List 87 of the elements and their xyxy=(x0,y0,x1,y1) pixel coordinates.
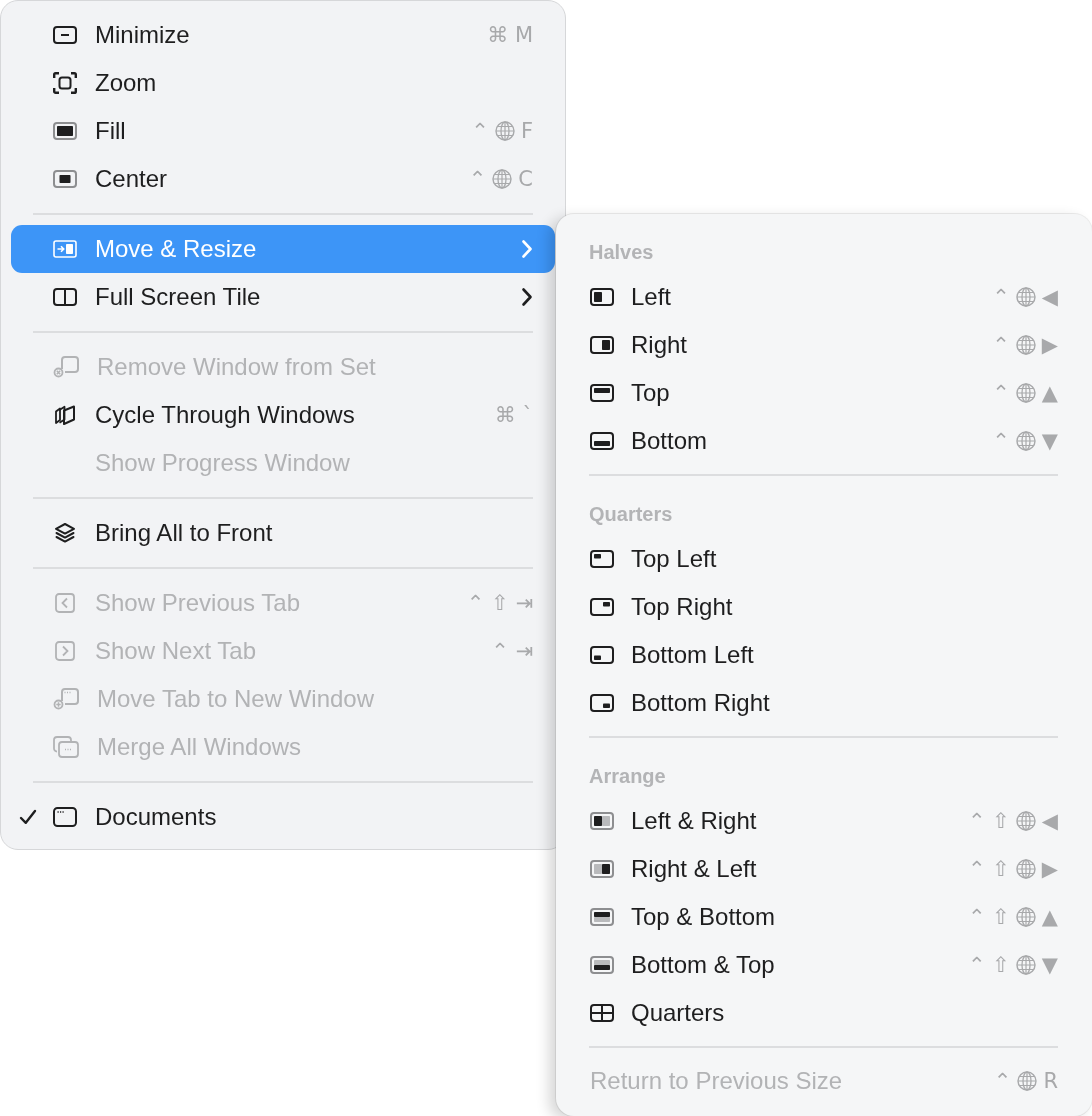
globe-icon xyxy=(492,169,513,189)
shortcut-text: ▼ xyxy=(1041,430,1058,452)
overlapping-windows-icon xyxy=(53,736,79,758)
menu-item[interactable]: Cycle Through Windows ⌘ ` xyxy=(11,391,555,439)
shortcut-text: ⌃ xyxy=(992,382,1010,404)
globe-icon xyxy=(1015,335,1036,355)
globe-icon xyxy=(1015,907,1036,927)
window-top-left-icon xyxy=(590,550,614,568)
stacked-cards-icon xyxy=(54,404,76,426)
menu-item[interactable]: Top Left xyxy=(566,535,1082,583)
window-left-right-icon xyxy=(590,812,614,830)
shortcut-text: F xyxy=(520,120,533,142)
shortcut-text: ◀ xyxy=(1041,286,1058,308)
shortcut-text: C xyxy=(518,168,533,190)
menu-item[interactable]: Quarters xyxy=(566,989,1082,1037)
window-icon xyxy=(53,807,77,827)
shortcut-text: ▶ xyxy=(1041,858,1058,880)
filled-window-icon xyxy=(53,122,77,140)
shortcut-text: ◀ xyxy=(1041,810,1058,832)
shortcut-text: ▲ xyxy=(1041,382,1058,404)
shortcut-text: ▼ xyxy=(1041,954,1058,976)
window-left-half-icon xyxy=(590,288,614,306)
window-x-icon xyxy=(53,356,79,378)
globe-icon xyxy=(1015,955,1036,975)
menu-item[interactable]: Top & Bottom ⌃ ⇧ ▲ xyxy=(566,893,1082,941)
section-header: Halves xyxy=(589,240,654,265)
shortcut-text: ⌃ ⇧ xyxy=(967,906,1010,928)
globe-icon xyxy=(1015,431,1036,451)
chevron-left-box-icon xyxy=(55,593,75,613)
shortcut-text: ⌃ xyxy=(471,120,489,142)
menu-item[interactable]: Top Right xyxy=(566,583,1082,631)
menu-item[interactable]: Bring All to Front xyxy=(11,509,555,557)
menu-item[interactable]: Bottom Left xyxy=(566,631,1082,679)
menu-item[interactable]: Center ⌃ C xyxy=(11,155,555,203)
window-bottom-half-icon xyxy=(590,432,614,450)
menu-item[interactable]: Bottom Right xyxy=(566,679,1082,727)
layers-icon xyxy=(54,522,76,544)
menu-item[interactable]: Bottom & Top ⌃ ⇧ ▼ xyxy=(566,941,1082,989)
shortcut-text: ⌃ xyxy=(468,168,487,190)
shortcut-text: ⌘ M xyxy=(487,24,533,46)
menu-item[interactable]: Top ⌃ ▲ xyxy=(566,369,1082,417)
frame-corners-icon xyxy=(53,72,77,94)
shortcut-text: ⌃ ⇧ ⇥ xyxy=(466,592,533,614)
shortcut-text: ▶ xyxy=(1041,334,1058,356)
globe-icon xyxy=(494,121,515,141)
window-grid-icon xyxy=(590,1004,614,1022)
shortcut-text: ⌃ xyxy=(992,334,1010,356)
menu-item[interactable]: Minimize ⌘ M xyxy=(11,11,555,59)
shortcut-text: ⌘ ` xyxy=(494,404,533,426)
centered-window-icon xyxy=(53,170,77,188)
globe-icon xyxy=(1015,811,1036,831)
section-header: Quarters xyxy=(589,502,673,527)
section-header: Arrange xyxy=(589,764,666,789)
shortcut-text: ▲ xyxy=(1041,906,1058,928)
menu-item[interactable]: Right ⌃ ▶ xyxy=(566,321,1082,369)
globe-icon xyxy=(1015,859,1036,879)
window-plus-icon xyxy=(53,688,79,710)
menu-item[interactable]: Right & Left ⌃ ⇧ ▶ xyxy=(566,845,1082,893)
shortcut-text: ⌃ ⇥ xyxy=(491,640,533,662)
window-right-left-icon xyxy=(590,860,614,878)
window-top-bottom-icon xyxy=(590,908,614,926)
shortcut-text: ⌃ ⇧ xyxy=(967,810,1010,832)
window-bottom-right-icon xyxy=(590,694,614,712)
window-right-half-icon xyxy=(590,336,614,354)
window-minus-icon xyxy=(53,26,77,44)
chevron-right-box-icon xyxy=(55,641,75,661)
menu-item[interactable]: Bottom ⌃ ▼ xyxy=(566,417,1082,465)
shortcut-text: R xyxy=(1043,1070,1058,1092)
menu-item[interactable]: Documents xyxy=(11,793,555,841)
window-top-right-icon xyxy=(590,598,614,616)
menu-item[interactable]: Zoom xyxy=(11,59,555,107)
globe-icon xyxy=(1017,1071,1038,1091)
window-bottom-left-icon xyxy=(590,646,614,664)
shortcut-text: ⌃ xyxy=(993,1070,1012,1092)
window-top-half-icon xyxy=(590,384,614,402)
window-bottom-top-icon xyxy=(590,956,614,974)
split-window-icon xyxy=(53,288,77,306)
shortcut-text: ⌃ ⇧ xyxy=(967,954,1010,976)
menu-item[interactable]: Full Screen Tile xyxy=(11,273,555,321)
menu-item[interactable]: Left ⌃ ◀ xyxy=(566,273,1082,321)
globe-icon xyxy=(1015,383,1036,403)
globe-icon xyxy=(1015,287,1036,307)
shortcut-text: ⌃ xyxy=(992,286,1010,308)
shortcut-text: ⌃ ⇧ xyxy=(967,858,1010,880)
menu-item[interactable]: Left & Right ⌃ ⇧ ◀ xyxy=(566,797,1082,845)
shortcut-text: ⌃ xyxy=(992,430,1010,452)
menu-item[interactable]: Fill ⌃ F xyxy=(11,107,555,155)
